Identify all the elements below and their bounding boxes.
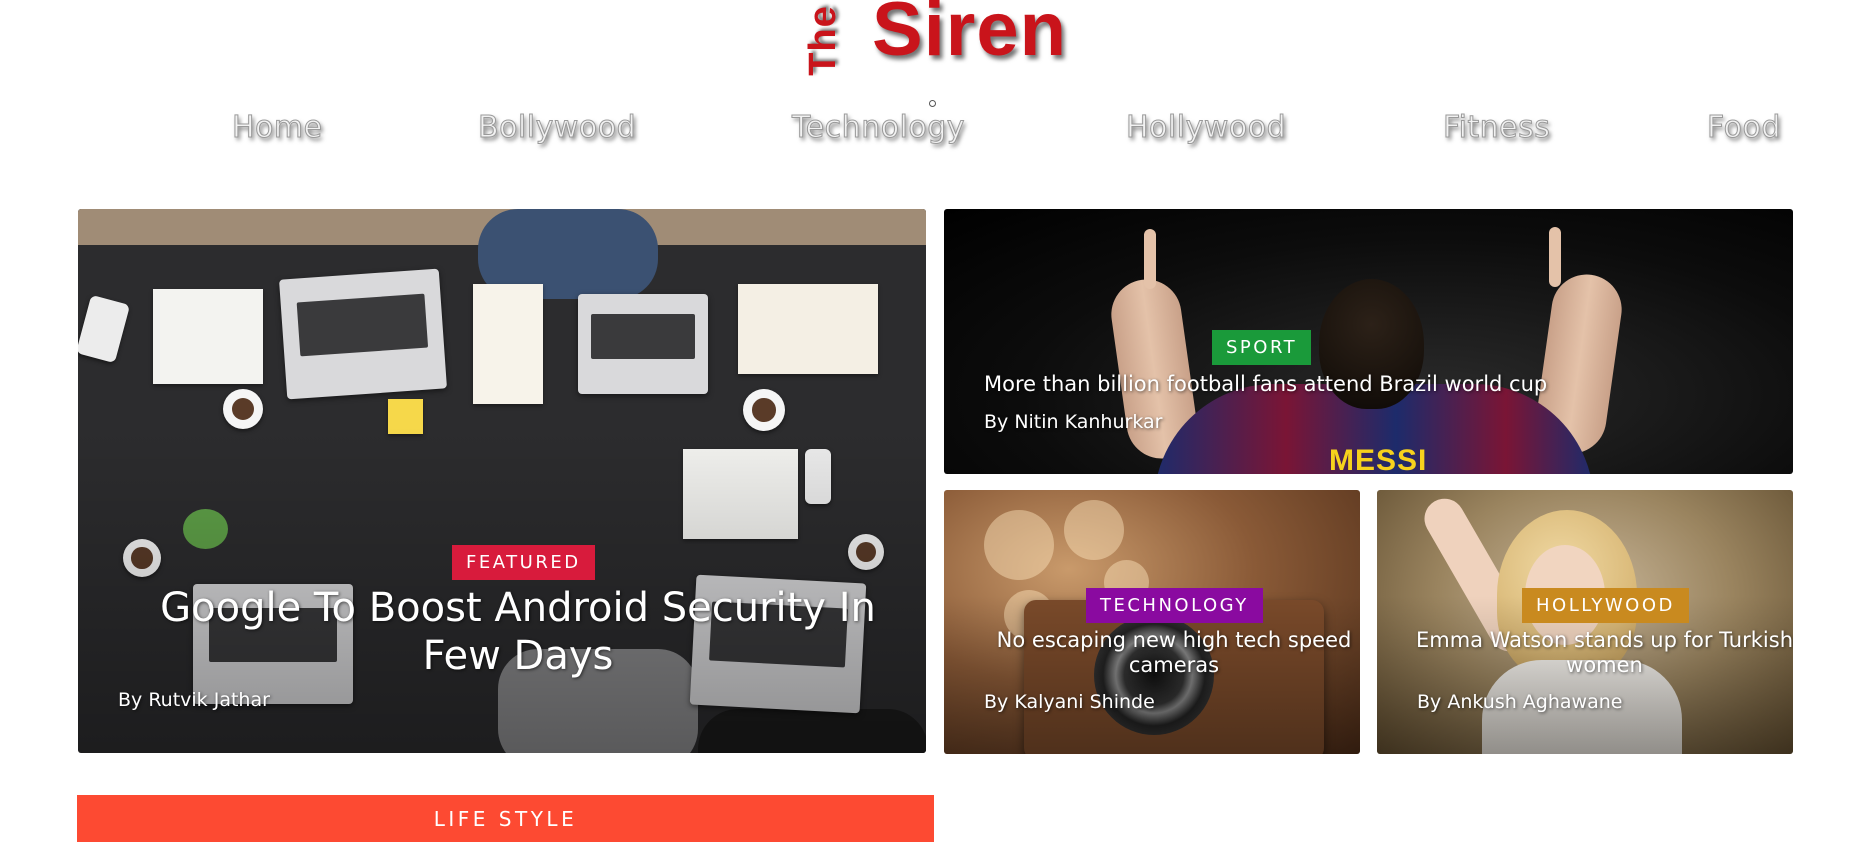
technology-badge[interactable]: TECHNOLOGY [1086, 588, 1263, 623]
nav-item-fitness[interactable]: Fitness [1442, 110, 1550, 146]
jersey-text: MESSI [1329, 444, 1428, 474]
nav-item-bollywood[interactable]: Bollywood [477, 110, 636, 146]
sport-article-card[interactable]: MESSI SPORT More than billion football f… [944, 209, 1793, 474]
logo-the-text: The [801, 4, 844, 76]
hollywood-article-card[interactable]: HOLLYWOOD Emma Watson stands up for Turk… [1377, 490, 1793, 754]
hollywood-badge[interactable]: HOLLYWOOD [1522, 588, 1689, 623]
hollywood-article-title[interactable]: Emma Watson stands up for Turkish women [1412, 628, 1793, 678]
technology-article-card[interactable]: TECHNOLOGY No escaping new high tech spe… [944, 490, 1360, 754]
sport-badge[interactable]: SPORT [1212, 330, 1312, 365]
lifestyle-section-header[interactable]: LIFE STYLE [77, 795, 934, 842]
lifestyle-label: LIFE STYLE [433, 806, 578, 831]
logo-siren-text[interactable]: Siren [872, 0, 1067, 73]
nav-item-home[interactable]: Home [232, 110, 323, 146]
sport-article-title[interactable]: More than billion football fans attend B… [984, 372, 1547, 397]
featured-article-author[interactable]: By Rutvik Jathar [118, 689, 270, 711]
nav-item-food[interactable]: Food [1707, 110, 1781, 146]
technology-article-author[interactable]: By Kalyani Shinde [984, 691, 1155, 713]
featured-badge[interactable]: FEATURED [452, 545, 595, 580]
dot-icon [929, 100, 936, 107]
nav-item-technology[interactable]: Technology [791, 110, 965, 146]
technology-article-title[interactable]: No escaping new high tech speed cameras [989, 628, 1359, 678]
featured-article-card[interactable]: FEATURED Google To Boost Android Securit… [78, 209, 926, 753]
hollywood-article-author[interactable]: By Ankush Aghawane [1417, 691, 1622, 713]
sport-article-image: MESSI [944, 209, 1793, 474]
featured-article-title[interactable]: Google To Boost Android Security In Few … [118, 584, 918, 680]
nav-item-hollywood[interactable]: Hollywood [1125, 110, 1286, 146]
sport-article-author[interactable]: By Nitin Kanhurkar [984, 411, 1162, 433]
